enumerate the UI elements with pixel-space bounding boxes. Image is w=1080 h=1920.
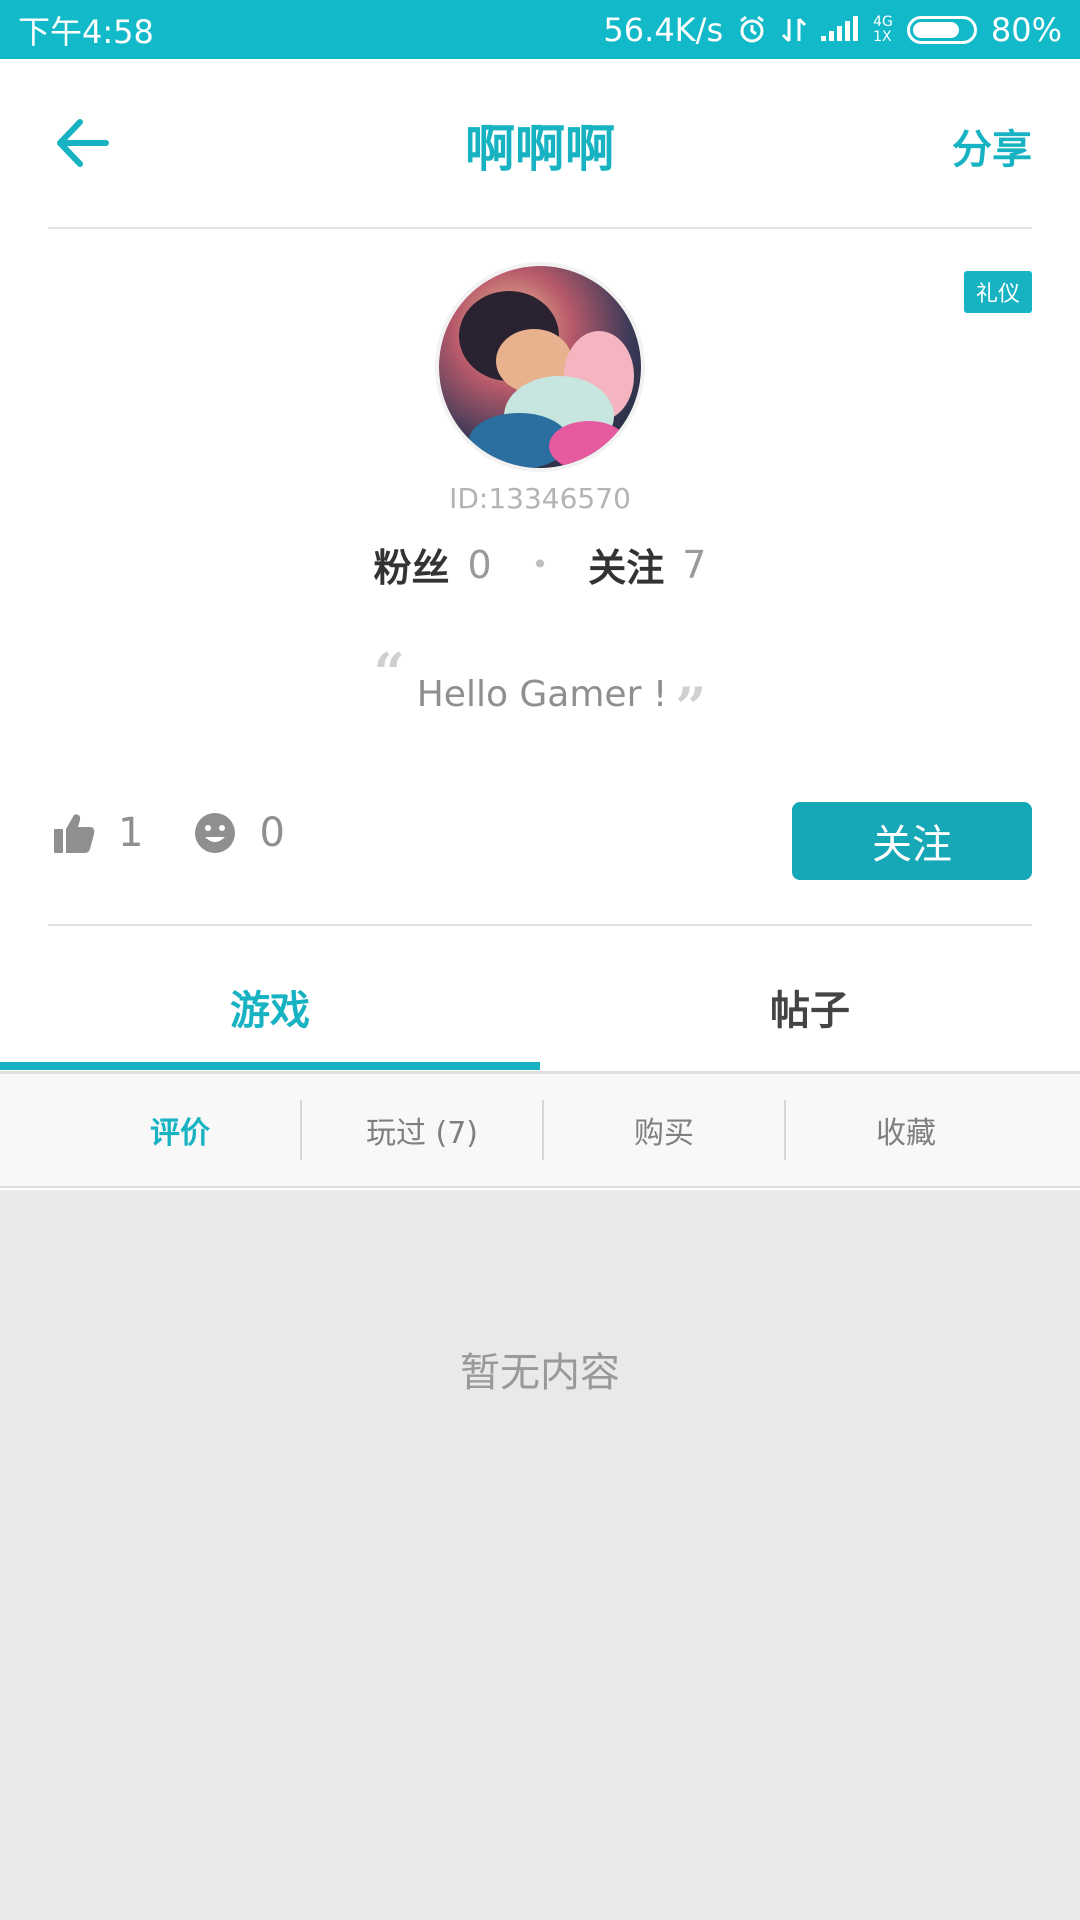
avatar[interactable]: [435, 262, 645, 472]
battery-percent: 80%: [990, 10, 1062, 49]
following-count[interactable]: 7: [682, 543, 706, 587]
status-bar: 下午4:58 56.4K/s 4G 1X 80%: [0, 0, 1080, 59]
follow-button[interactable]: 关注: [792, 802, 1032, 880]
network-type-top: 4G: [873, 13, 893, 30]
header: 啊啊啊 分享: [0, 59, 1080, 227]
etiquette-badge[interactable]: 礼仪: [963, 271, 1032, 313]
smile-icon: [195, 813, 236, 853]
empty-state-text: 暂无内容: [460, 1350, 620, 1396]
tab-posts[interactable]: 帖子: [540, 978, 1080, 1036]
network-type-bottom: 1X: [873, 28, 892, 45]
network-speed: 56.4K/s: [603, 10, 724, 49]
fans-count[interactable]: 0: [468, 543, 492, 587]
status-indicators: 56.4K/s 4G 1X 80%: [603, 11, 1062, 49]
sub-tab-favorites[interactable]: 收藏: [786, 1108, 1026, 1152]
page-title: 啊啊啊: [465, 120, 615, 178]
sub-tab-played[interactable]: 玩过 (7): [302, 1108, 542, 1152]
signature-text: Hello Gamer !: [416, 674, 668, 715]
header-divider: [48, 227, 1032, 229]
sub-tabs: 评价 玩过 (7) 购买 收藏: [0, 1074, 1080, 1188]
smile-reaction[interactable]: 0: [193, 810, 285, 856]
signal-icon: [821, 15, 859, 44]
data-transfer-icon: [781, 15, 807, 45]
smiles-count: 0: [259, 810, 285, 856]
alarm-icon: [737, 15, 767, 45]
reactions: 1 0: [52, 810, 335, 856]
user-id: ID:13346570: [449, 482, 631, 515]
battery-icon: [906, 15, 977, 44]
stats-separator-dot: •: [531, 548, 549, 581]
tab-active-indicator: [0, 1062, 540, 1070]
content-area: 暂无内容: [0, 1190, 1080, 1920]
tab-games[interactable]: 游戏: [0, 978, 540, 1036]
like-reaction[interactable]: 1: [52, 810, 143, 856]
sub-tab-purchased[interactable]: 购买: [544, 1108, 784, 1152]
likes-count: 1: [118, 810, 144, 856]
network-type: 4G 1X: [873, 13, 893, 45]
sub-tab-reviews[interactable]: 评价: [60, 1108, 300, 1152]
share-button[interactable]: 分享: [952, 117, 1032, 175]
follow-stats: 粉丝 0 • 关注 7: [0, 537, 1080, 592]
close-quote-icon: ”: [675, 675, 707, 739]
fans-label[interactable]: 粉丝: [374, 537, 450, 592]
thumbs-up-icon: [54, 814, 95, 853]
signature: “ Hello Gamer !”: [0, 641, 1080, 739]
following-label[interactable]: 关注: [588, 537, 664, 592]
main-tabs: 游戏 帖子: [0, 926, 1080, 1074]
status-time: 下午4:58: [18, 12, 154, 51]
open-quote-icon: “: [373, 641, 405, 705]
